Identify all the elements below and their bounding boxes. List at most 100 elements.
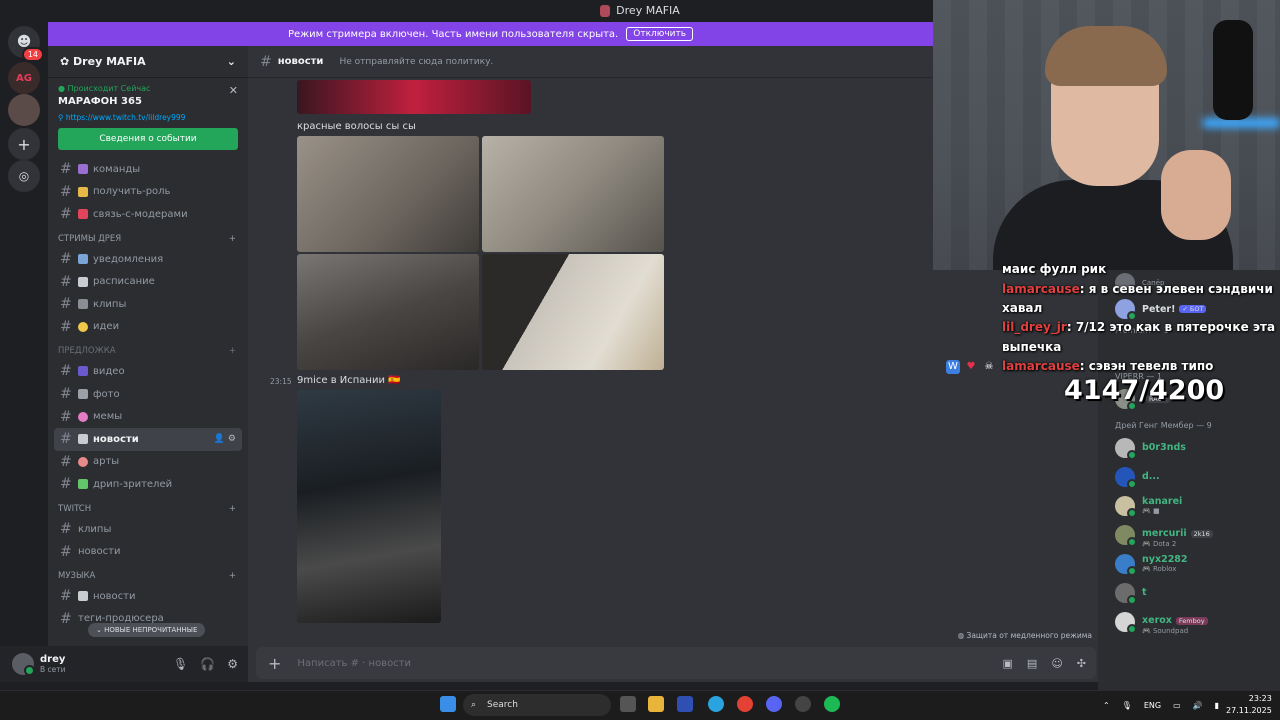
headphones-icon[interactable]: 🎧 xyxy=(200,657,215,671)
channel-item[interactable]: # расписание xyxy=(48,270,248,293)
server-icon-drey-mafia[interactable] xyxy=(8,94,40,126)
member-item[interactable]: mercurii 2k16 🎮 Dota 2 xyxy=(1098,520,1280,549)
member-item[interactable]: b0r3nds xyxy=(1098,433,1280,462)
hash-icon: # xyxy=(60,588,72,605)
hash-icon: # xyxy=(60,408,72,425)
obs-icon[interactable] xyxy=(795,696,811,712)
gif-icon[interactable]: ▣ xyxy=(1003,657,1013,670)
message-composer[interactable]: + Написать # · новости ▣ ▤ ☺ ✣ xyxy=(256,647,1096,679)
category-header[interactable]: СТРИМЫ ДРЕЯ + xyxy=(48,226,248,248)
member-item[interactable]: nyx2282 🎮 Roblox xyxy=(1098,549,1280,578)
channel-item[interactable]: # видео xyxy=(48,360,248,383)
spotify-icon[interactable] xyxy=(824,696,840,712)
event-details-button[interactable]: Сведения о событии xyxy=(58,128,238,150)
channel-item[interactable]: # клипы xyxy=(48,293,248,316)
language-indicator[interactable]: ENG xyxy=(1144,701,1161,710)
banner-text: Режим стримера включен. Часть имени поль… xyxy=(287,28,619,40)
channel-item[interactable]: # мемы xyxy=(48,405,248,428)
server-header[interactable]: ✿ Drey MAFIA ⌄ xyxy=(48,46,248,78)
image-attachment[interactable] xyxy=(297,80,531,114)
image-attachment[interactable] xyxy=(482,136,664,252)
chevron-down-icon: ⌄ xyxy=(226,55,236,68)
server-icon-ag[interactable]: AG xyxy=(8,62,40,94)
discord-icon[interactable] xyxy=(766,696,782,712)
channel-item-active[interactable]: # новости 👤 ⚙ xyxy=(54,427,242,451)
image-attachment[interactable] xyxy=(297,254,479,370)
member-name: kanarei xyxy=(1142,496,1183,507)
battery-icon[interactable]: ▮ xyxy=(1215,701,1219,710)
apps-icon[interactable]: ✣ xyxy=(1077,657,1086,670)
channel-item[interactable]: # арты xyxy=(48,451,248,474)
chrome-icon[interactable] xyxy=(737,696,753,712)
new-unread-pill[interactable]: ⌄ НОВЫЕ НЕПРОЧИТАННЫЕ xyxy=(88,623,206,637)
member-name: t xyxy=(1142,587,1147,598)
add-channel-icon[interactable]: + xyxy=(229,571,236,581)
category-header[interactable]: ПРЕДЛОЖКА + xyxy=(48,338,248,360)
overlay-message: : я в севен элевен сэндвичи xyxy=(1079,282,1273,296)
member-item[interactable]: kanarei 🎮 ■ xyxy=(1098,491,1280,520)
channel-settings-icon[interactable]: 👤 ⚙ xyxy=(214,434,236,444)
avatar xyxy=(1115,495,1137,518)
add-channel-icon[interactable]: + xyxy=(229,504,236,514)
image-attachment[interactable] xyxy=(482,254,664,370)
category-header[interactable]: МУЗЫКА + xyxy=(48,563,248,585)
channel-item[interactable]: # фото xyxy=(48,383,248,406)
member-item[interactable]: Peter! ✓ БОТ xyxy=(1098,296,1280,322)
network-icon[interactable]: ▭ xyxy=(1173,701,1181,710)
event-link[interactable]: https://www.twitch.tv/lildrey999 xyxy=(66,113,186,122)
channel-item[interactable]: # получить-роль xyxy=(48,181,248,204)
channel-emoji-icon xyxy=(78,411,88,422)
shield-icon: ◍ xyxy=(957,631,967,640)
member-item[interactable]: d... xyxy=(1098,462,1280,491)
member-tag: 2k16 xyxy=(1190,530,1213,538)
channel-item[interactable]: # дрип-зрителей xyxy=(48,473,248,496)
server-rail: ☻ 14 AG + ◎ xyxy=(0,22,48,690)
channel-item[interactable]: # команды xyxy=(48,158,248,181)
add-server-icon[interactable]: + xyxy=(8,128,40,160)
gear-icon[interactable]: ⚙ xyxy=(227,657,238,671)
add-channel-icon[interactable]: + xyxy=(229,234,236,244)
direct-messages-button[interactable]: ☻ 14 xyxy=(8,26,44,62)
avatar[interactable] xyxy=(12,653,35,676)
stats-app-icon[interactable] xyxy=(677,696,693,712)
hash-icon: # xyxy=(60,386,72,403)
channel-label: новости xyxy=(93,590,136,602)
image-attachment[interactable] xyxy=(297,136,479,252)
channel-item[interactable]: # связь-с-модерами xyxy=(48,203,248,226)
overlay-chat-line: lamarcause: я в севен элевен сэндвичи xyxy=(1002,282,1273,296)
image-attachment[interactable] xyxy=(297,390,441,623)
location-icon: ⚲ xyxy=(58,113,66,122)
microphone-icon[interactable]: 🎙 xyxy=(173,657,188,671)
gamepad-icon: 🎮 xyxy=(1142,565,1153,573)
clock[interactable]: 23:23 27.11.2025 xyxy=(1226,693,1272,717)
subscriber-goal-counter: 4147/4200 xyxy=(1064,375,1225,406)
emoji-icon[interactable]: ☺ xyxy=(1051,657,1062,670)
member-name: nyx2282 xyxy=(1142,554,1188,565)
member-item[interactable]: t xyxy=(1098,578,1280,607)
explore-icon[interactable]: ◎ xyxy=(8,160,40,192)
file-explorer-icon[interactable] xyxy=(648,696,664,712)
taskbar-search[interactable]: ⌕ Search xyxy=(463,694,611,716)
task-view-icon[interactable] xyxy=(620,696,636,712)
overlay-badges: W ♥ ☠ xyxy=(946,360,996,374)
member-item[interactable]: xerox Femboy 🎮 Soundpad xyxy=(1098,607,1280,636)
telegram-icon[interactable] xyxy=(708,696,724,712)
channel-item[interactable]: # уведомления xyxy=(48,248,248,271)
add-channel-icon[interactable]: + xyxy=(229,346,236,356)
category-header[interactable]: TWITCH + xyxy=(48,496,248,518)
microphone-icon[interactable]: 🎙 xyxy=(1122,701,1132,710)
channel-item[interactable]: # идеи xyxy=(48,316,248,339)
add-attachment-icon[interactable]: + xyxy=(268,654,281,673)
channel-item[interactable]: # новости xyxy=(48,585,248,608)
channel-label: получить-роль xyxy=(93,186,171,198)
channel-item[interactable]: # новости xyxy=(48,540,248,563)
chevron-up-icon[interactable]: ⌃ xyxy=(1103,701,1110,710)
avatar xyxy=(1115,437,1137,460)
category-title: ПРЕДЛОЖКА xyxy=(58,346,116,357)
sticker-icon[interactable]: ▤ xyxy=(1027,657,1037,670)
volume-icon[interactable]: 🔊 xyxy=(1193,701,1203,710)
close-icon[interactable]: ✕ xyxy=(229,84,238,97)
disable-streamer-mode-button[interactable]: Отключить xyxy=(626,27,694,41)
start-icon[interactable] xyxy=(440,696,456,712)
channel-item[interactable]: # клипы xyxy=(48,518,248,541)
